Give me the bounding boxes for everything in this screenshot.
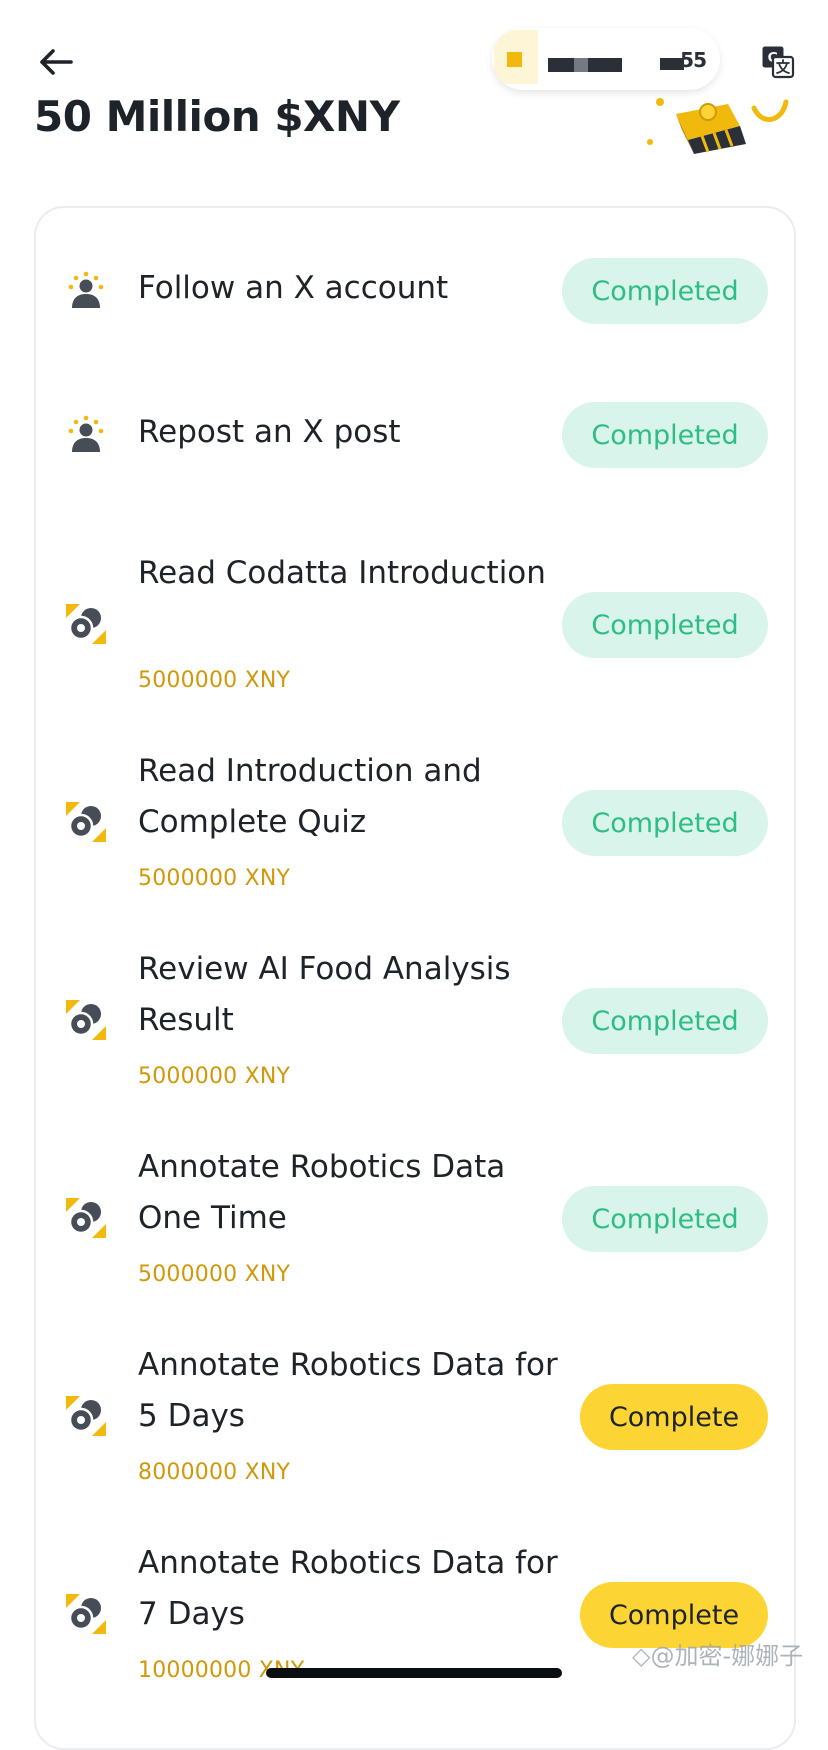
task-reward: 5000000 XNY: [138, 1262, 291, 1287]
task-reward: 5000000 XNY: [138, 866, 291, 891]
account-chip-value: ▬55: [662, 48, 707, 72]
token-icon: [66, 802, 106, 842]
completed-button[interactable]: Completed: [562, 258, 768, 324]
task-row: Read Codatta Introduction 5000000 XNY Co…: [36, 546, 794, 702]
task-row: Review AI Food Analysis Result 5000000 X…: [36, 942, 794, 1098]
translate-button[interactable]: G: [752, 38, 804, 86]
task-title: Read Introduction and Complete Quiz: [138, 753, 482, 840]
completed-button[interactable]: Completed: [562, 402, 768, 468]
page-title: 50 Million $XNY: [34, 92, 400, 141]
task-reward: 5000000 XNY: [138, 668, 291, 693]
task-row: Repost an X post Completed: [36, 380, 794, 490]
account-chip-mosaic: [492, 28, 684, 90]
arrow-left-icon: [40, 49, 73, 75]
token-icon: [66, 1198, 106, 1238]
task-reward: 8000000 XNY: [138, 1460, 291, 1485]
task-list-card: Follow an X account Completed Repost an …: [34, 206, 796, 1750]
task-row: Annotate Robotics Data One Time 5000000 …: [36, 1140, 794, 1296]
task-title: Review AI Food Analysis Result: [138, 951, 511, 1038]
task-title: Repost an X post: [138, 414, 401, 450]
task-title: Annotate Robotics Data for 7 Days: [138, 1545, 558, 1632]
header: ▬55 G 50 Million $XNY: [0, 0, 828, 200]
gift-box-illustration: [647, 98, 789, 154]
task-row: Read Introduction and Complete Quiz 5000…: [36, 744, 794, 900]
completed-button[interactable]: Completed: [562, 592, 768, 658]
home-indicator: [266, 1668, 562, 1678]
task-title: Annotate Robotics Data for 5 Days: [138, 1347, 558, 1434]
completed-button[interactable]: Completed: [562, 1186, 768, 1252]
account-chip[interactable]: ▬55: [492, 28, 720, 90]
completed-button[interactable]: Completed: [562, 790, 768, 856]
people-icon: [68, 415, 104, 452]
task-title: Annotate Robotics Data One Time: [138, 1149, 506, 1236]
task-title: Read Codatta Introduction: [138, 555, 546, 591]
complete-task-button[interactable]: Complete: [580, 1384, 768, 1450]
token-icon: [66, 604, 106, 644]
task-title: Follow an X account: [138, 270, 449, 306]
task-row: Annotate Robotics Data for 5 Days 800000…: [36, 1338, 794, 1494]
token-icon: [66, 1594, 106, 1634]
back-button[interactable]: [32, 38, 80, 86]
people-icon: [68, 271, 104, 308]
task-row: Follow an X account Completed: [36, 236, 794, 346]
token-icon: [66, 1000, 106, 1040]
token-icon: [66, 1396, 106, 1436]
translate-icon: G: [762, 46, 795, 79]
completed-button[interactable]: Completed: [562, 988, 768, 1054]
watermark: ◇@加密-娜娜子: [632, 1642, 804, 1670]
task-reward: 5000000 XNY: [138, 1064, 291, 1089]
